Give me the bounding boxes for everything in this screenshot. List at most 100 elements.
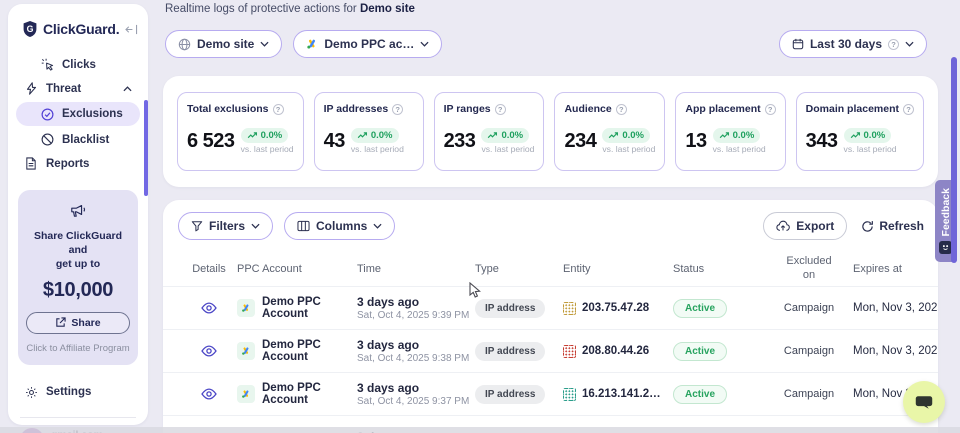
trend-up-icon [247,132,258,139]
country-flag-icon [563,345,576,358]
sidebar-item-clicks[interactable]: Clicks [16,54,140,75]
stat-change-value: 0.0% [733,130,755,141]
sidebar-item-settings[interactable]: Settings [16,382,140,403]
help-circle-icon[interactable]: ? [495,104,506,115]
table-header-row: Details PPC Account Time Type Entity Sta… [163,252,938,286]
stat-value: 343 [806,130,838,153]
sidebar-collapse-icon[interactable] [125,24,138,35]
ppc-account-value: Demo PPC ac… [324,37,414,51]
refresh-button-label: Refresh [879,219,924,233]
help-circle-icon[interactable]: ? [392,104,403,115]
help-circle-icon[interactable]: ? [903,104,914,115]
export-button-label: Export [796,219,834,233]
help-circle-icon[interactable]: ? [273,104,284,115]
chevron-down-icon [420,41,429,47]
stat-change-value: 0.0% [622,130,644,141]
document-icon [24,157,38,170]
stat-change-value: 0.0% [261,130,283,141]
type-badge: IP address [475,299,545,318]
exclusions-table-panel: Filters Columns Export [163,200,938,433]
trend-up-icon [487,132,498,139]
table-row[interactable]: Demo PPC Account 3 days agoSat, Oct 4, 2… [163,329,938,372]
stat-value: 43 [324,130,345,153]
col-header-ppc-account[interactable]: PPC Account [237,263,357,275]
site-selector[interactable]: Demo site [165,30,282,58]
sidebar-nav: Clicks Threat Exclusions [8,54,148,174]
trend-up-icon [719,132,730,139]
help-circle-icon[interactable]: ? [765,104,776,115]
col-header-type[interactable]: Type [475,263,563,275]
excluded-on-value: Campaign [765,388,853,400]
context-selectors: Demo site Demo PPC ac… [165,30,442,58]
chevron-down-icon [905,41,914,47]
stat-title: IP ranges [444,103,491,115]
sidebar-item-label: Exclusions [62,108,123,120]
filters-button-label: Filters [209,219,245,233]
check-circle-icon [40,108,54,121]
sidebar-item-threat[interactable]: Threat [16,78,140,99]
details-eye-icon[interactable] [201,345,217,357]
sidebar-item-exclusions[interactable]: Exclusions [16,102,140,126]
filters-button[interactable]: Filters [178,212,273,240]
sidebar-item-blacklist[interactable]: Blacklist [16,129,140,150]
stat-value: 233 [444,130,476,153]
external-link-icon [55,317,66,328]
stat-card-ip-addresses: IP addresses? 43 0.0% vs. last period [314,92,424,171]
details-eye-icon[interactable] [201,388,217,400]
entity-value: 16.213.141.2… [582,388,661,400]
chevron-down-icon [373,223,382,229]
details-eye-icon[interactable] [201,302,217,314]
type-badge: IP address [475,385,545,404]
time-absolute: Sat, Oct 4, 2025 9:39 PM [357,310,475,321]
page-subtitle: Realtime logs of protective actions for … [165,3,415,15]
stat-change-badge: 0.0% [713,128,761,143]
stat-change-value: 0.0% [864,130,886,141]
status-badge: Active [673,299,727,318]
country-flag-icon [563,302,576,315]
sidebar-item-label: Blacklist [62,134,109,146]
table-row[interactable]: Demo PPC Account 3 days agoSat, Oct 4, 2… [163,286,938,329]
promo-footer: Click to Affiliate Program [26,343,130,354]
table-toolbar: Filters Columns Export [163,200,938,240]
lightning-icon [24,82,38,95]
col-header-entity[interactable]: Entity [563,263,673,275]
stat-change-badge: 0.0% [481,128,529,143]
subtitle-site-name: Demo site [360,3,415,15]
page-scrollbar-thumb[interactable] [951,57,957,263]
sidebar-scrollbar[interactable] [144,100,148,196]
google-ads-icon [237,299,255,317]
logo-row: G ClickGuard. [8,4,148,38]
gear-icon [24,386,38,399]
subtitle-prefix: Realtime logs of protective actions for [165,3,360,15]
col-header-status[interactable]: Status [673,263,765,275]
export-button[interactable]: Export [763,212,847,240]
table-row[interactable]: Demo PPC Account 3 days agoSat, Oct 4, 2… [163,372,938,415]
time-absolute: Sat, Oct 4, 2025 9:38 PM [357,353,475,364]
clickguard-shield-logo-icon: G [22,20,38,38]
share-button[interactable]: Share [26,312,130,334]
col-header-details[interactable]: Details [181,263,237,275]
help-circle-icon[interactable]: ? [616,104,627,115]
filter-funnel-icon [191,220,203,232]
chat-widget-button[interactable] [903,381,945,423]
megaphone-icon [69,202,87,218]
stat-change-value: 0.0% [501,130,523,141]
affiliate-promo-card[interactable]: Share ClickGuard and get up to $10,000 S… [18,190,138,365]
ppc-account-selector[interactable]: Demo PPC ac… [293,30,442,58]
globe-icon [178,38,191,51]
columns-button[interactable]: Columns [284,212,395,240]
stat-card-ip-ranges: IP ranges? 233 0.0% vs. last period [434,92,545,171]
col-header-excluded-on[interactable]: Excluded on [783,255,835,283]
excluded-on-value: Campaign [765,345,853,357]
sidebar-item-label: Settings [46,386,91,398]
refresh-button[interactable]: Refresh [861,219,924,233]
chevron-up-icon[interactable] [123,86,132,92]
stat-title: Total exclusions [187,103,269,115]
col-header-expires-at[interactable]: Expires at [853,263,924,275]
stat-card-domain-placement: Domain placement? 343 0.0% vs. last peri… [796,92,924,171]
col-header-time[interactable]: Time [357,263,475,275]
stat-value: 13 [685,130,706,153]
stat-change-badge: 0.0% [351,128,399,143]
sidebar-item-reports[interactable]: Reports [16,153,140,174]
date-range-selector[interactable]: Last 30 days ? [779,30,927,58]
